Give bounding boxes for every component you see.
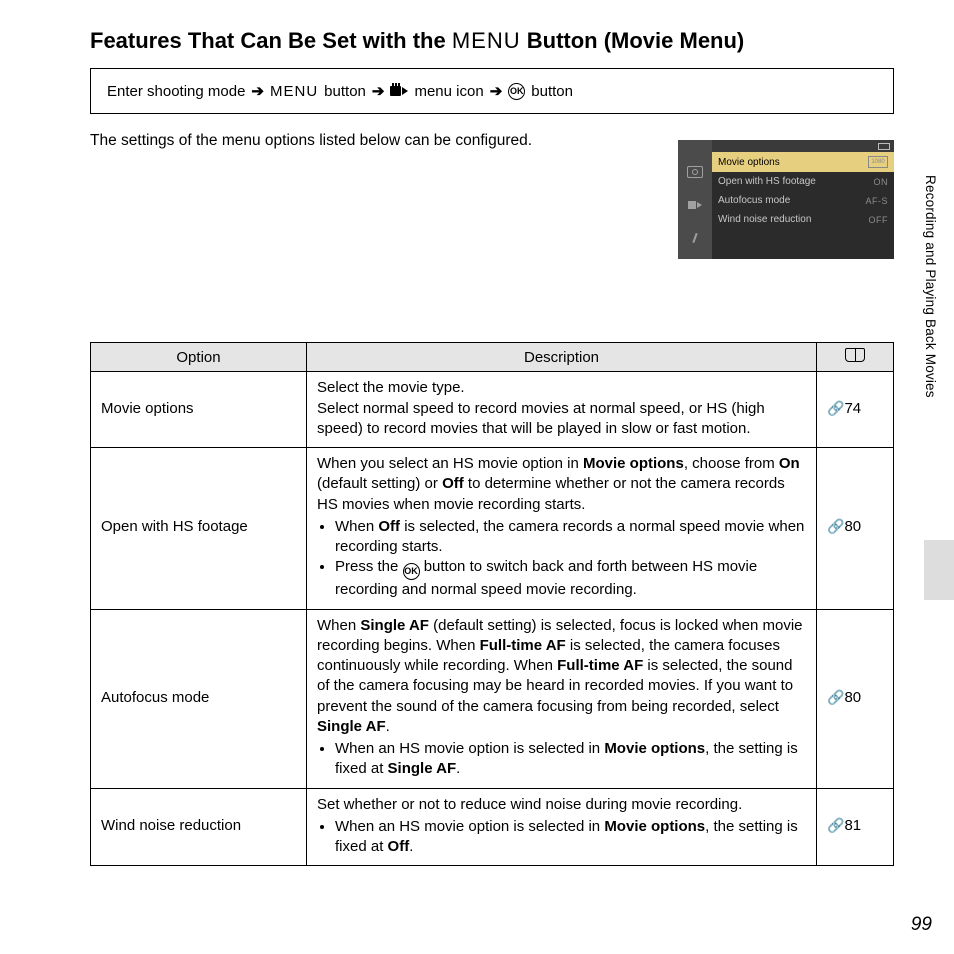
arrow-right-icon: ➔ [251,82,264,100]
description-cell: When you select an HS movie option in Mo… [307,448,817,610]
navigation-path: Enter shooting mode ➔ MENU button ➔ menu… [90,68,894,114]
option-cell: Autofocus mode [91,609,307,788]
table-row: Wind noise reductionSet whether or not t… [91,788,894,866]
description-cell: Set whether or not to reduce wind noise … [307,788,817,866]
table-row: Movie optionsSelect the movie type.Selec… [91,372,894,448]
arrow-right-icon: ➔ [490,82,503,100]
resolution-icon: 1080 [868,156,888,168]
camera-screen-preview: Movie options 1080 Open with HS footageO… [678,140,894,259]
menu-label-icon: MENU [452,28,521,53]
page-number: 99 [911,914,932,936]
screen-row: Movie options 1080 [712,152,894,172]
reference-cell: 🔗80 [817,448,894,610]
reference-icon: 🔗 [827,816,844,835]
option-cell: Wind noise reduction [91,788,307,866]
menu-label-icon: MENU [270,83,318,100]
screen-row: Open with HS footageON [712,172,894,191]
reference-cell: 🔗74 [817,372,894,448]
reference-cell: 🔗81 [817,788,894,866]
screen-row: Autofocus modeAF-S [712,191,894,210]
intro-text: The settings of the menu options listed … [90,130,540,152]
header-description: Description [307,343,817,372]
arrow-right-icon: ➔ [372,82,385,100]
description-cell: Select the movie type.Select normal spee… [307,372,817,448]
table-row: Open with HS footageWhen you select an H… [91,448,894,610]
screen-row: Wind noise reductionOFF [712,210,894,229]
table-row: Autofocus modeWhen Single AF (default se… [91,609,894,788]
options-table: Option Description Movie optionsSelect t… [90,342,894,866]
battery-icon [878,143,890,150]
movie-camera-icon [390,85,408,97]
ok-button-icon: OK [508,83,525,100]
thumb-tab [924,540,954,600]
reference-icon: 🔗 [827,517,844,536]
camera-icon [687,166,703,178]
option-cell: Open with HS footage [91,448,307,610]
reference-icon: 🔗 [827,688,844,707]
page-title: Features That Can Be Set with the MENU B… [90,28,894,54]
option-cell: Movie options [91,372,307,448]
reference-icon: 🔗 [827,399,844,418]
wrench-icon [689,232,701,244]
header-option: Option [91,343,307,372]
movie-camera-icon [688,200,702,210]
description-cell: When Single AF (default setting) is sele… [307,609,817,788]
section-label: Recording and Playing Back Movies [923,175,938,398]
reference-cell: 🔗80 [817,609,894,788]
header-reference [817,343,894,372]
book-icon [845,348,865,362]
